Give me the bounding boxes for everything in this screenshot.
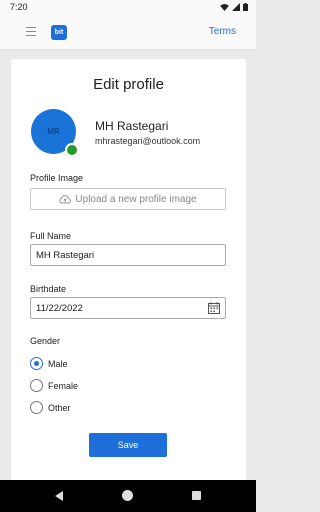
- upload-label: Upload a new profile image: [75, 193, 197, 205]
- gender-option-label: Male: [48, 358, 68, 369]
- gender-option-female[interactable]: Female: [30, 379, 78, 392]
- status-time: 7:20: [10, 2, 28, 12]
- full-name-input[interactable]: MH Rastegari: [30, 244, 226, 266]
- signal-icon: [232, 3, 240, 11]
- menu-icon[interactable]: [26, 27, 36, 37]
- gender-option-label: Other: [48, 402, 71, 413]
- gender-label: Gender: [30, 336, 61, 346]
- cloud-upload-icon: [59, 194, 72, 203]
- birthdate-label: Birthdate: [30, 284, 67, 294]
- gender-option-other[interactable]: Other: [30, 401, 71, 414]
- back-icon[interactable]: [55, 491, 63, 501]
- app-logo[interactable]: bit: [51, 25, 67, 40]
- gender-option-label: Female: [48, 380, 79, 391]
- profile-image-label: Profile Image: [30, 173, 84, 183]
- system-nav-bar: [0, 480, 256, 512]
- wifi-icon: [220, 3, 229, 11]
- battery-icon: [243, 3, 248, 11]
- status-icons: [220, 3, 248, 11]
- upload-profile-image-button[interactable]: Upload a new profile image: [30, 188, 226, 210]
- calendar-icon[interactable]: [208, 302, 220, 314]
- radio-male[interactable]: [30, 357, 43, 370]
- full-name-label: Full Name: [30, 231, 72, 241]
- birthdate-input[interactable]: 11/22/2022: [30, 297, 226, 319]
- app-bar: bit Terms: [0, 14, 256, 50]
- home-icon[interactable]: [122, 490, 133, 501]
- radio-other[interactable]: [30, 401, 43, 414]
- terms-link[interactable]: Terms: [209, 26, 236, 37]
- user-name: MH Rastegari: [95, 119, 169, 133]
- full-name-value: MH Rastegari: [36, 250, 95, 261]
- user-email: mhrastegari@outlook.com: [95, 136, 201, 146]
- recents-icon[interactable]: [192, 491, 201, 500]
- gender-option-male[interactable]: Male: [30, 357, 68, 370]
- edit-profile-card: Edit profile MR MH Rastegari mhrastegari…: [11, 59, 246, 484]
- birthdate-value: 11/22/2022: [36, 303, 83, 314]
- page-title: Edit profile: [93, 76, 164, 93]
- save-button[interactable]: Save: [89, 433, 167, 457]
- radio-female[interactable]: [30, 379, 43, 392]
- presence-indicator: [65, 143, 79, 157]
- status-bar: 7:20: [0, 0, 256, 14]
